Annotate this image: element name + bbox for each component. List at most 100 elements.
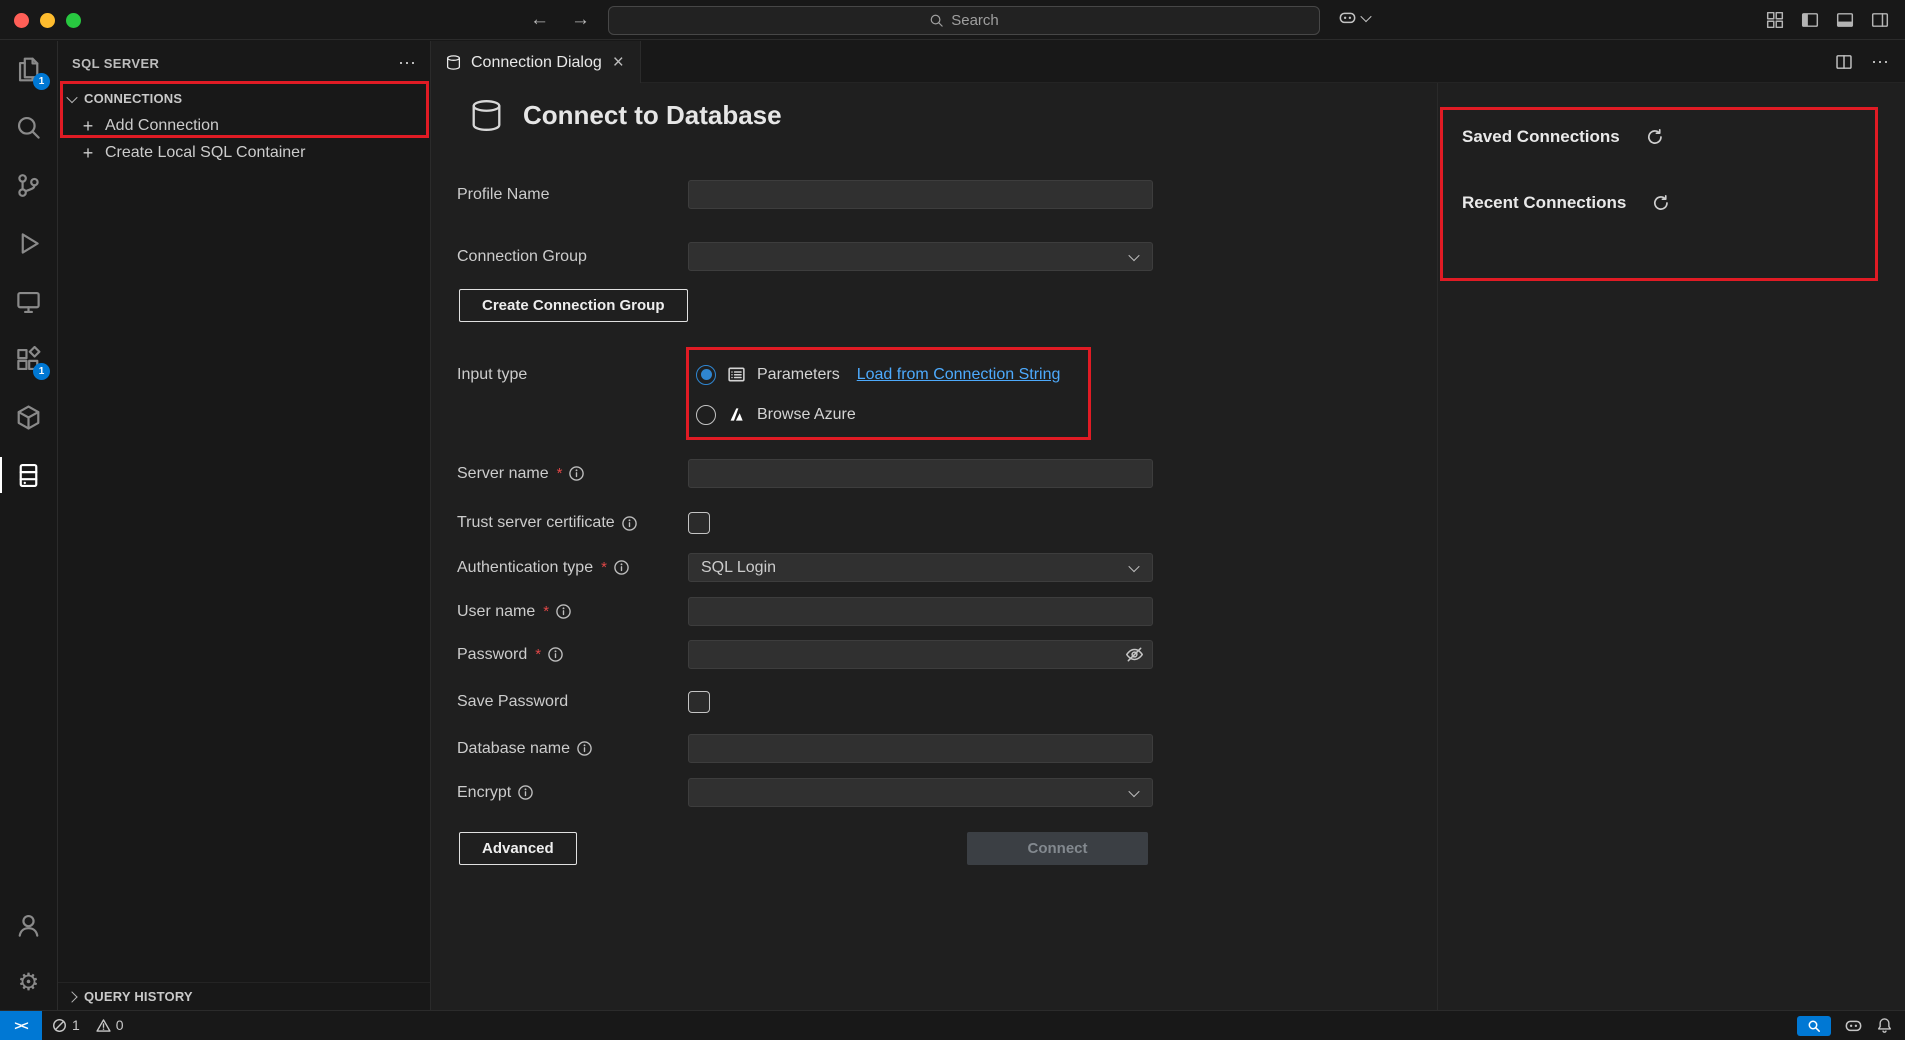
toggle-password-visibility-icon[interactable] bbox=[1125, 645, 1144, 664]
required-marker: * bbox=[557, 465, 563, 482]
connection-group-label: Connection Group bbox=[457, 248, 587, 266]
create-connection-group-button[interactable]: Create Connection Group bbox=[459, 289, 688, 322]
parameters-radio[interactable] bbox=[696, 365, 716, 385]
profile-name-label: Profile Name bbox=[457, 186, 549, 204]
user-name-input[interactable] bbox=[688, 597, 1153, 626]
authentication-type-row: Authentication type * SQL Login bbox=[457, 553, 1153, 582]
activity-source-control-icon[interactable] bbox=[0, 159, 57, 211]
input-type-browse-azure-option: Browse Azure bbox=[696, 401, 856, 428]
input-type-parameters-option: Parameters Load from Connection String bbox=[696, 361, 1060, 388]
activity-search-icon[interactable] bbox=[0, 101, 57, 153]
required-marker: * bbox=[535, 646, 541, 663]
workbench: 1 1 ⚙ SQL SERVER bbox=[0, 41, 1905, 1010]
sidebar-section-connections[interactable]: CONNECTIONS bbox=[58, 85, 430, 112]
plus-icon: + bbox=[80, 117, 96, 135]
database-name-label: Database name bbox=[457, 740, 570, 758]
parameters-label: Parameters bbox=[757, 366, 840, 384]
profile-name-input[interactable] bbox=[688, 180, 1153, 209]
activity-bar: 1 1 ⚙ bbox=[0, 41, 58, 1010]
authentication-type-select[interactable]: SQL Login bbox=[688, 553, 1153, 582]
connection-group-select[interactable] bbox=[688, 242, 1153, 271]
load-from-connection-string-link[interactable]: Load from Connection String bbox=[857, 366, 1061, 384]
connections-browser-pane: Saved Connections Recent Connections bbox=[1437, 83, 1905, 1010]
tab-connection-dialog[interactable]: Connection Dialog × bbox=[431, 41, 641, 84]
close-tab-icon[interactable]: × bbox=[611, 53, 626, 72]
toggle-primary-sidebar-icon[interactable] bbox=[1801, 11, 1819, 29]
toggle-panel-icon[interactable] bbox=[1836, 11, 1854, 29]
encrypt-label: Encrypt bbox=[457, 784, 511, 802]
advanced-button[interactable]: Advanced bbox=[459, 832, 577, 865]
search-label: Search bbox=[951, 12, 999, 29]
trust-server-certificate-row: Trust server certificate bbox=[457, 512, 710, 534]
browse-azure-label: Browse Azure bbox=[757, 406, 856, 424]
copilot-menu[interactable] bbox=[1338, 8, 1370, 27]
remote-indicator[interactable]: >< bbox=[0, 1011, 42, 1040]
info-icon bbox=[568, 465, 585, 482]
command-center-search[interactable]: Search bbox=[608, 6, 1320, 35]
explorer-badge: 1 bbox=[33, 73, 50, 90]
notifications-bell-icon[interactable] bbox=[1876, 1017, 1893, 1034]
activity-accounts-icon[interactable] bbox=[0, 899, 57, 951]
user-name-label: User name bbox=[457, 603, 535, 621]
refresh-icon[interactable] bbox=[1646, 128, 1664, 146]
encrypt-select[interactable] bbox=[688, 778, 1153, 807]
chevron-down-icon bbox=[1128, 250, 1139, 261]
chevron-down-icon bbox=[1360, 10, 1371, 21]
sidebar-section-query-history[interactable]: QUERY HISTORY bbox=[58, 982, 430, 1010]
save-password-checkbox[interactable] bbox=[688, 691, 710, 713]
sidebar-title: SQL SERVER bbox=[72, 56, 159, 71]
copilot-icon bbox=[1338, 8, 1357, 27]
activity-extensions-icon[interactable]: 1 bbox=[0, 333, 57, 385]
user-name-row: User name * bbox=[457, 597, 1153, 626]
chevron-down-icon bbox=[1128, 561, 1139, 572]
trust-server-certificate-label: Trust server certificate bbox=[457, 514, 615, 532]
chevron-right-icon bbox=[66, 991, 77, 1002]
profile-name-row: Profile Name bbox=[457, 180, 1153, 209]
problems-status[interactable]: 1 0 bbox=[42, 1017, 124, 1033]
remote-icon: >< bbox=[14, 1018, 27, 1033]
connect-button[interactable]: Connect bbox=[967, 832, 1148, 865]
activity-containers-icon[interactable] bbox=[0, 391, 57, 443]
page-title: Connect to Database bbox=[523, 100, 782, 131]
copilot-status-icon[interactable] bbox=[1844, 1016, 1863, 1035]
customize-layout-icon[interactable] bbox=[1766, 11, 1784, 29]
info-icon bbox=[547, 646, 564, 663]
password-input[interactable] bbox=[688, 640, 1153, 669]
authentication-type-label: Authentication type bbox=[457, 559, 593, 577]
maximize-window-button[interactable] bbox=[66, 13, 81, 28]
toggle-secondary-sidebar-icon[interactable] bbox=[1871, 11, 1889, 29]
database-name-row: Database name bbox=[457, 734, 1153, 763]
input-type-row: Input type bbox=[457, 361, 688, 388]
azure-icon bbox=[727, 405, 746, 424]
database-name-input[interactable] bbox=[688, 734, 1153, 763]
close-window-button[interactable] bbox=[14, 13, 29, 28]
server-name-input[interactable] bbox=[688, 459, 1153, 488]
refresh-icon[interactable] bbox=[1652, 194, 1670, 212]
sidebar-item-create-local-sql-container[interactable]: + Create Local SQL Container bbox=[58, 139, 430, 166]
navigate-forward-icon[interactable]: → bbox=[571, 9, 590, 31]
editor-more-actions-icon[interactable]: ⋯ bbox=[1871, 52, 1889, 73]
activity-sql-server-icon[interactable] bbox=[0, 449, 57, 501]
saved-connections-row: Saved Connections bbox=[1462, 127, 1664, 147]
server-name-label: Server name bbox=[457, 465, 549, 483]
activity-explorer-icon[interactable]: 1 bbox=[0, 43, 57, 95]
plus-icon: + bbox=[80, 144, 96, 162]
chevron-down-icon bbox=[1128, 786, 1139, 797]
encrypt-row: Encrypt bbox=[457, 778, 1153, 807]
parameters-icon bbox=[727, 365, 746, 384]
minimize-window-button[interactable] bbox=[40, 13, 55, 28]
browse-azure-radio[interactable] bbox=[696, 405, 716, 425]
activity-settings-gear-icon[interactable]: ⚙ bbox=[0, 957, 57, 1009]
sidebar-more-actions-icon[interactable]: ⋯ bbox=[398, 53, 416, 74]
editor-group: Connection Dialog × ⋯ Connect to Databas… bbox=[431, 41, 1905, 1010]
info-icon bbox=[576, 740, 593, 757]
trust-server-certificate-checkbox[interactable] bbox=[688, 512, 710, 534]
sidebar-item-add-connection[interactable]: + Add Connection bbox=[58, 112, 430, 139]
chevron-down-icon bbox=[66, 91, 77, 102]
activity-remote-explorer-icon[interactable] bbox=[0, 275, 57, 327]
sidebar-sql-server: SQL SERVER ⋯ CONNECTIONS + Add Connectio… bbox=[58, 41, 431, 1010]
zoom-status-button[interactable] bbox=[1797, 1016, 1831, 1036]
split-editor-icon[interactable] bbox=[1835, 53, 1853, 71]
activity-run-debug-icon[interactable] bbox=[0, 217, 57, 269]
navigate-back-icon[interactable]: ← bbox=[530, 9, 549, 31]
